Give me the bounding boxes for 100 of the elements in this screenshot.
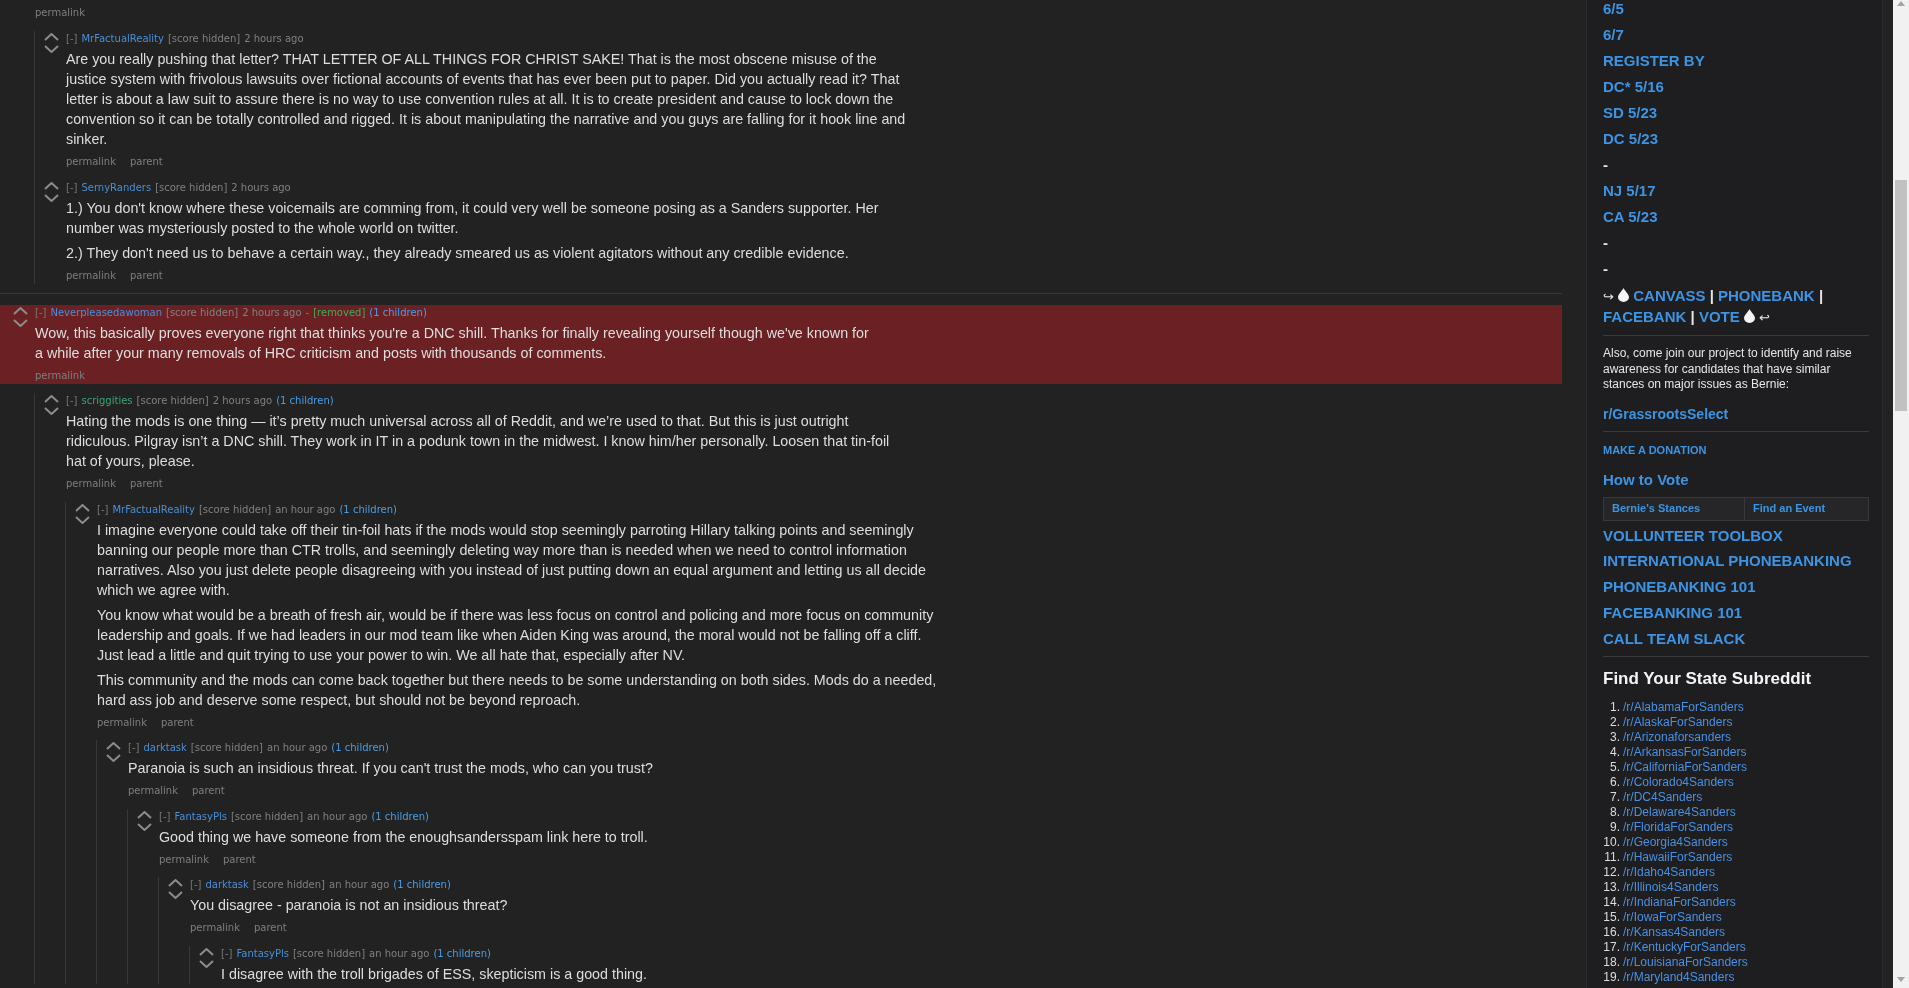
subreddit-link[interactable]: /r/Delaware4Sanders <box>1623 805 1736 820</box>
collapse-toggle[interactable]: [-] <box>66 393 78 409</box>
subreddit-link[interactable]: /r/ArkansasForSanders <box>1623 745 1747 760</box>
sidebar-link[interactable]: PHONEBANKING 101 <box>1603 578 1756 596</box>
subreddit-link[interactable]: /r/IowaForSanders <box>1623 910 1722 925</box>
subreddit-link[interactable]: /r/Kansas4Sanders <box>1623 925 1726 940</box>
sidebar-link[interactable]: REGISTER BY <box>1603 52 1705 70</box>
sidebar-link[interactable]: How to Vote <box>1603 470 1689 489</box>
chevron-up-icon[interactable] <box>137 810 152 819</box>
author-link[interactable]: darktask <box>143 740 187 756</box>
author-link[interactable]: scriggities <box>81 393 133 409</box>
subreddit-link[interactable]: /r/Arizonaforsanders <box>1623 730 1732 745</box>
collapse-toggle[interactable]: [-] <box>66 30 78 47</box>
comment-action-link[interactable]: parent <box>130 476 163 492</box>
sidebar-link[interactable]: FACEBANKING 101 <box>1603 603 1743 622</box>
comment-action-link[interactable]: parent <box>161 714 194 731</box>
chevron-up-icon[interactable] <box>13 306 28 315</box>
table-cell[interactable]: Bernie's Stances <box>1603 496 1745 521</box>
sidebar-link[interactable]: 6/5 <box>1603 0 1624 18</box>
score-label: [score hidden] <box>136 394 209 408</box>
chevron-down-icon[interactable] <box>13 318 28 327</box>
comment-action-link[interactable]: permalink <box>66 476 116 492</box>
author-link[interactable]: Neverpleasedawoman <box>50 304 162 321</box>
table-cell[interactable]: Find an Event <box>1745 496 1869 521</box>
chevron-up-icon[interactable] <box>106 742 121 750</box>
list-number: 4. <box>1610 745 1620 760</box>
subreddit-link[interactable]: /r/HawaiiForSanders <box>1623 850 1733 865</box>
subreddit-link[interactable]: /r/IndianaForSanders <box>1623 895 1736 910</box>
chevron-down-icon[interactable] <box>44 44 59 53</box>
subreddit-link[interactable]: /r/AlabamaForSanders <box>1623 700 1744 715</box>
author-link[interactable]: MrFactualReality <box>112 501 195 518</box>
chevron-down-icon[interactable] <box>168 891 183 899</box>
sidebar-link[interactable]: VOTE <box>1698 308 1740 325</box>
chevron-down-icon[interactable] <box>44 193 59 202</box>
author-link[interactable]: FantasyPls <box>236 945 289 962</box>
children-count: (1 children) <box>339 502 397 517</box>
collapse-toggle[interactable]: [-] <box>159 808 171 825</box>
subreddit-link[interactable]: /r/Colorado4Sanders <box>1623 775 1734 790</box>
author-link[interactable]: FantasyPls <box>174 808 227 825</box>
subreddit-link[interactable]: /r/LouisianaForSanders <box>1623 955 1748 970</box>
subreddit-link[interactable]: /r/KentuckyForSanders <box>1623 940 1746 955</box>
sidebar-link[interactable]: INTERNATIONAL PHONEBANKING <box>1603 552 1852 571</box>
chevron-down-icon[interactable] <box>75 515 90 524</box>
list-number: 19. <box>1603 970 1620 985</box>
author-link[interactable]: SernyRanders <box>81 179 152 196</box>
comment-action-link[interactable]: parent <box>254 920 287 936</box>
comment-action-link[interactable]: parent <box>130 153 163 170</box>
scrollbar[interactable] <box>1893 0 1909 988</box>
sidebar-link[interactable]: DC 5/23 <box>1603 130 1659 148</box>
comment-action-link[interactable]: parent <box>192 783 225 799</box>
subreddit-link[interactable]: /r/Illinois4Sanders <box>1623 880 1719 895</box>
scrollbar-thumb[interactable] <box>1895 180 1907 411</box>
sidebar-link[interactable]: VOLLUNTEER TOOLBOX <box>1603 526 1783 545</box>
subreddit-link[interactable]: /r/DC4Sanders <box>1623 790 1703 805</box>
chevron-down-icon[interactable] <box>137 822 152 831</box>
chevron-down-icon[interactable] <box>199 959 214 968</box>
chevron-up-icon[interactable] <box>44 395 59 403</box>
author-link[interactable]: darktask <box>205 877 249 893</box>
sidebar-link[interactable]: DC* 5/16 <box>1603 78 1664 96</box>
subreddit-link[interactable]: /r/Maryland4Sanders <box>1623 970 1735 985</box>
collapse-toggle[interactable]: [-] <box>128 740 140 756</box>
sidebar-link[interactable]: SD 5/23 <box>1603 104 1658 122</box>
comment-action-link[interactable]: permalink <box>128 783 178 799</box>
sidebar-link[interactable]: MAKE A DONATION <box>1603 441 1707 458</box>
chevron-up-icon[interactable] <box>44 181 59 190</box>
comment-action-link[interactable]: parent <box>223 851 256 868</box>
subreddit-link[interactable]: /r/CaliforniaForSanders <box>1623 760 1748 775</box>
comment-action-link[interactable]: permalink <box>159 851 209 868</box>
chevron-up-icon[interactable] <box>75 503 90 512</box>
sidebar-link[interactable]: r/GrassrootsSelect <box>1603 404 1729 423</box>
sidebar-link[interactable]: NJ 5/17 <box>1603 182 1656 200</box>
comment-action-link[interactable]: parent <box>130 267 163 284</box>
chevron-up-icon[interactable] <box>168 879 183 887</box>
subreddit-link[interactable]: /r/AlaskaForSanders <box>1623 715 1733 730</box>
subreddit-link[interactable]: /r/Idaho4Sanders <box>1623 865 1716 880</box>
comment-text: Good thing we have someone from the enoughsandersspam link here to troll. <box>159 827 648 847</box>
comment-action-link[interactable]: permalink <box>97 714 147 731</box>
chevron-up-icon[interactable] <box>199 947 214 956</box>
comment-action-link[interactable]: permalink <box>35 5 85 21</box>
subreddit-link[interactable]: /r/FloridaForSanders <box>1623 820 1734 835</box>
author-link[interactable]: MrFactualReality <box>81 30 164 47</box>
comment-action-link[interactable]: permalink <box>66 153 116 170</box>
chevron-down-icon[interactable] <box>106 754 121 762</box>
sidebar-link[interactable]: CALL TEAM SLACK <box>1603 629 1746 648</box>
comment-action-link[interactable]: permalink <box>190 920 240 936</box>
list-number: 10. <box>1603 835 1620 850</box>
sidebar-link[interactable]: 6/7 <box>1603 26 1624 44</box>
collapse-toggle[interactable]: [-] <box>97 501 109 518</box>
comment-action-link[interactable]: permalink <box>35 367 85 384</box>
sidebar-link[interactable]: FACEBANK <box>1603 308 1687 325</box>
sidebar-link[interactable]: CANVASS <box>1633 287 1706 304</box>
sidebar-link[interactable]: CA 5/23 <box>1603 208 1658 226</box>
chevron-down-icon[interactable] <box>44 407 59 415</box>
subreddit-link[interactable]: /r/Georgia4Sanders <box>1623 835 1728 850</box>
comment-action-link[interactable]: permalink <box>66 267 116 284</box>
sidebar-link[interactable]: PHONEBANK <box>1718 287 1815 304</box>
collapse-toggle[interactable]: [-] <box>190 877 202 893</box>
chevron-up-icon[interactable] <box>44 32 59 41</box>
collapse-toggle[interactable]: [-] <box>221 945 233 962</box>
collapse-toggle[interactable]: [-] <box>66 179 78 196</box>
